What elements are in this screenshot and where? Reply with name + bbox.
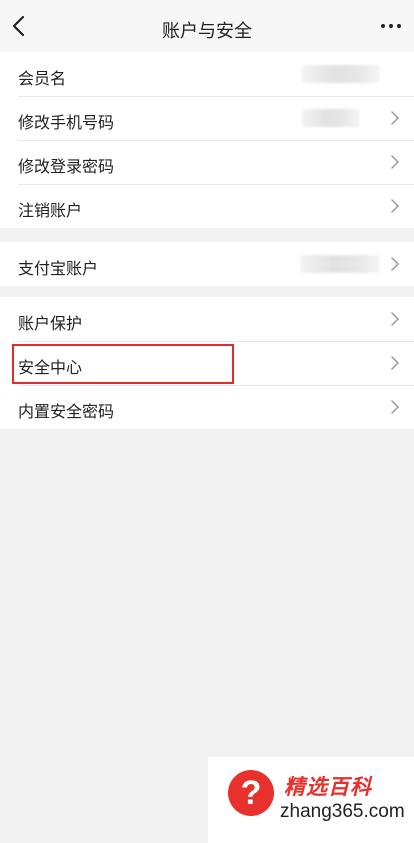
chevron-right-icon bbox=[391, 400, 399, 414]
masked-phone bbox=[302, 109, 360, 127]
row-account-protection[interactable]: 账户保护 bbox=[0, 297, 414, 341]
chevron-right-icon bbox=[391, 111, 399, 125]
row-label: 修改登录密码 bbox=[18, 159, 115, 176]
chevron-right-icon bbox=[391, 312, 399, 326]
page-title: 账户与安全 bbox=[162, 21, 252, 41]
chevron-right-icon bbox=[391, 199, 399, 213]
masked-alipay-account bbox=[300, 255, 380, 273]
settings-group-security: 账户保护 安全中心 内置安全密码 bbox=[0, 297, 414, 429]
nav-bar: 账户与安全 bbox=[0, 0, 414, 52]
row-change-password[interactable]: 修改登录密码 bbox=[0, 140, 414, 184]
row-builtin-security-password[interactable]: 内置安全密码 bbox=[0, 385, 414, 429]
row-label: 会员名 bbox=[18, 71, 67, 88]
row-security-center[interactable]: 安全中心 bbox=[0, 341, 414, 385]
row-close-account[interactable]: 注销账户 bbox=[0, 184, 414, 228]
settings-group-account: 会员名 修改手机号码 修改登录密码 注销账户 bbox=[0, 52, 414, 228]
row-label: 安全中心 bbox=[18, 360, 83, 377]
masked-member-name bbox=[302, 65, 380, 83]
watermark-title: 精选百科 bbox=[284, 776, 372, 799]
row-member-name[interactable]: 会员名 bbox=[0, 52, 414, 96]
chevron-right-icon bbox=[391, 155, 399, 169]
chevron-right-icon bbox=[391, 257, 399, 271]
question-mark-icon: ? bbox=[228, 770, 274, 816]
watermark: ? 精选百科 zhang365.com bbox=[208, 757, 414, 843]
settings-group-alipay: 支付宝账户 bbox=[0, 242, 414, 286]
row-change-phone[interactable]: 修改手机号码 bbox=[0, 96, 414, 140]
watermark-url: zhang365.com bbox=[280, 801, 405, 822]
more-horizontal-icon[interactable] bbox=[380, 20, 402, 32]
chevron-left-icon[interactable] bbox=[8, 13, 32, 39]
row-label: 内置安全密码 bbox=[18, 404, 115, 421]
chevron-right-icon bbox=[391, 356, 399, 370]
row-alipay-account[interactable]: 支付宝账户 bbox=[0, 242, 414, 286]
row-label: 账户保护 bbox=[18, 316, 83, 333]
row-label: 修改手机号码 bbox=[18, 115, 115, 132]
row-label: 注销账户 bbox=[18, 203, 83, 220]
row-label: 支付宝账户 bbox=[18, 261, 99, 278]
